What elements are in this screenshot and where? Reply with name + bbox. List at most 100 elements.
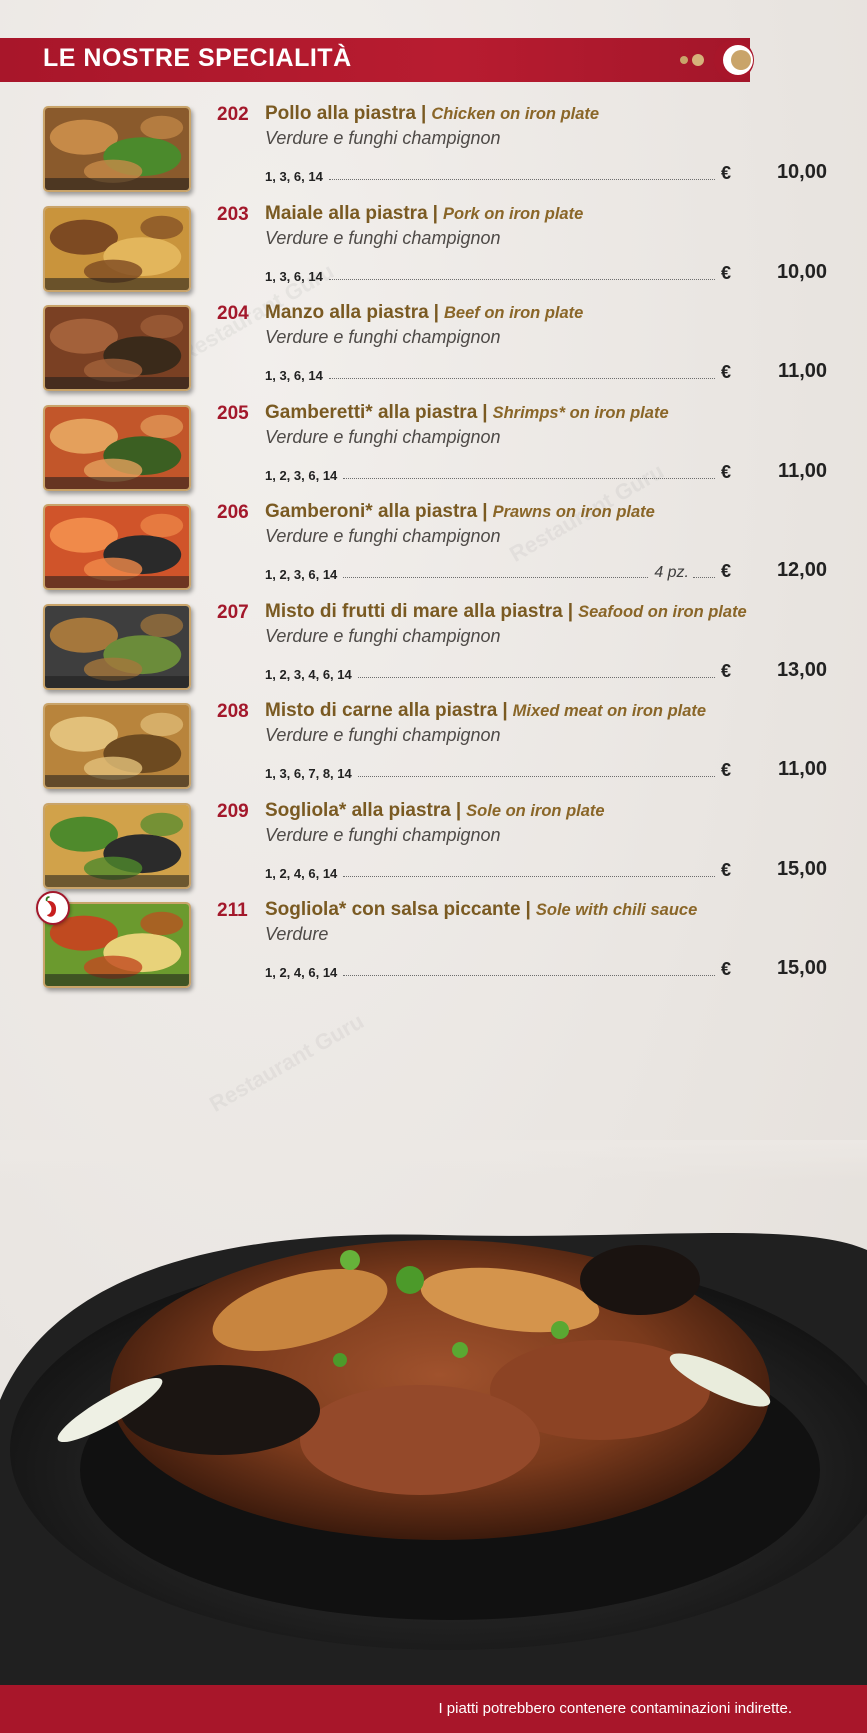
dish-description: Verdure e funghi champignon — [265, 128, 501, 148]
dish-number: 206 — [217, 502, 249, 523]
menu-item: 205 Gamberetti* alla piastra | Shrimps* on… — [0, 399, 867, 499]
dish-name-english: Pork on iron plate — [442, 204, 584, 223]
dish-price: 10,00 — [776, 161, 827, 183]
dish-name: Gamberetti* alla piastra | Shrimps* on iro… — [265, 402, 669, 424]
dish-name: Maiale alla piastra | Pork on iron plate — [265, 203, 583, 225]
menu-item: 208 Misto di carne alla piastra | Mixed me… — [0, 697, 867, 797]
menu-item: 202 Pollo alla piastra | Chicken on iron p… — [0, 100, 867, 200]
name-separator: | — [567, 600, 574, 622]
currency-symbol: € — [721, 262, 732, 283]
dish-name-italian: Pollo alla piastra — [265, 103, 416, 124]
dish-name: Misto di frutti di mare alla piastra | Sea… — [265, 601, 747, 623]
dish-name-italian: Gamberoni* alla piastra — [265, 501, 478, 522]
dish-name: Manzo alla piastra | Beef on iron plate — [265, 302, 583, 324]
dish-name-english: Prawns on iron plate — [492, 503, 655, 521]
dish-name-italian: Manzo alla piastra — [265, 302, 429, 323]
dish-name-english: Mixed meat on iron plate — [512, 702, 707, 720]
dish-price: 11,00 — [778, 360, 827, 382]
dish-name-italian: Misto di frutti di mare alla piastra — [265, 600, 563, 622]
dish-name: Sogliola* con salsa piccante | Sole with c… — [265, 899, 697, 921]
dish-photo — [43, 703, 191, 789]
dish-name-english: Seafood on iron plate — [578, 602, 747, 621]
dish-name: Misto di carne alla piastra | Mixed meat o… — [265, 700, 706, 722]
currency-symbol: € — [721, 959, 732, 979]
price-row: 1, 3, 6, 14 € 10,00 — [265, 161, 827, 184]
price-row: 1, 3, 6, 14 € 11,00 — [265, 360, 827, 383]
allergen-codes: 1, 2, 3, 6, 14 — [265, 467, 338, 483]
footer-bar: I piatti potrebbero contenere contaminaz… — [0, 1685, 867, 1733]
dish-description: Verdure — [265, 924, 329, 944]
allergen-codes: 1, 2, 3, 6, 14 — [265, 567, 338, 582]
dish-price: 11,00 — [778, 459, 827, 482]
currency-symbol: € — [721, 660, 732, 681]
dish-price: 15,00 — [776, 957, 827, 979]
dish-name-italian: Gamberetti* alla piastra — [265, 401, 478, 423]
currency-symbol: € — [721, 461, 732, 482]
dish-name-english: Beef on iron plate — [444, 304, 584, 322]
name-separator: | — [502, 700, 508, 721]
currency-symbol: € — [721, 561, 732, 581]
watermark: Restaurant Guru — [205, 1008, 368, 1117]
allergen-codes: 1, 3, 6, 14 — [265, 268, 323, 284]
allergen-codes: 1, 2, 4, 6, 14 — [265, 865, 338, 881]
price-row: 1, 3, 6, 7, 8, 14 € 11,00 — [265, 758, 827, 781]
header-ornament-icon — [680, 40, 754, 80]
leader-dots — [343, 875, 715, 877]
dish-description: Verdure e funghi champignon — [265, 526, 501, 546]
sizzling-plate-photo — [0, 1140, 867, 1685]
name-separator: | — [482, 501, 488, 522]
name-separator: | — [421, 103, 427, 124]
menu-page: Restaurant Guru Restaurant Guru Restaura… — [0, 0, 867, 1733]
menu-item: 204 Manzo alla piastra | Beef on iron plat… — [0, 299, 867, 399]
leader-dots — [328, 378, 715, 379]
dish-name-italian: Sogliola* con salsa piccante — [265, 899, 521, 920]
dish-number: 207 — [217, 601, 249, 623]
dish-photo — [43, 305, 191, 391]
dish-description: Verdure e funghi champignon — [265, 227, 501, 248]
dish-description: Verdure e funghi champignon — [265, 327, 501, 347]
price-row: 1, 2, 3, 4, 6, 14 € 13,00 — [265, 658, 827, 682]
dish-photo — [43, 802, 191, 889]
dish-name-english: Sole with chili sauce — [535, 901, 698, 919]
menu-item: 209 Sogliola* alla piastra | Sole on iron … — [0, 797, 867, 897]
name-separator: | — [433, 302, 439, 323]
currency-symbol: € — [721, 362, 732, 382]
dish-price: 13,00 — [776, 658, 827, 681]
dish-description: Verdure e funghi champignon — [265, 625, 501, 646]
dish-number: 209 — [217, 800, 249, 822]
dish-price: 12,00 — [776, 559, 827, 581]
dish-photo — [43, 106, 191, 192]
dish-number: 211 — [217, 900, 248, 921]
dish-number: 204 — [217, 303, 249, 324]
dish-photo — [43, 603, 191, 690]
allergen-codes: 1, 3, 6, 14 — [265, 169, 323, 184]
allergen-codes: 1, 2, 3, 4, 6, 14 — [265, 666, 352, 682]
footer-note: I piatti potrebbero contenere contaminaz… — [438, 1700, 792, 1717]
dish-description: Verdure e funghi champignon — [265, 725, 501, 745]
leader-dots — [357, 776, 715, 777]
dish-description: Verdure e funghi champignon — [265, 824, 501, 845]
price-row: 1, 2, 3, 6, 14 € 11,00 — [265, 459, 827, 483]
leader-dots — [343, 975, 715, 976]
allergen-codes: 1, 3, 6, 14 — [265, 368, 323, 383]
leader-dots — [328, 278, 715, 280]
leader-dots — [693, 577, 715, 578]
menu-item: 207 Misto di frutti di mare alla piastra… — [0, 598, 867, 698]
dish-number: 205 — [217, 402, 249, 424]
name-separator: | — [482, 401, 488, 423]
dish-number: 202 — [217, 104, 249, 125]
currency-symbol: € — [721, 760, 732, 780]
menu-item: 203 Maiale alla piastra | Pork on iron pla… — [0, 200, 867, 300]
leader-dots — [343, 477, 715, 479]
dish-photo — [43, 504, 191, 590]
dish-name-italian: Maiale alla piastra — [265, 202, 428, 224]
portion-quantity: 4 pz. — [654, 564, 689, 581]
section-header: LE NOSTRE SPECIALITÀ — [0, 38, 750, 82]
currency-symbol: € — [721, 163, 732, 183]
leader-dots — [343, 577, 649, 578]
dish-name-english: Shrimps* on iron plate — [492, 403, 669, 422]
price-row: 1, 2, 4, 6, 14 € 15,00 — [265, 957, 827, 980]
leader-dots — [357, 676, 715, 678]
dish-price: 10,00 — [776, 260, 827, 283]
dish-number: 208 — [217, 701, 249, 722]
